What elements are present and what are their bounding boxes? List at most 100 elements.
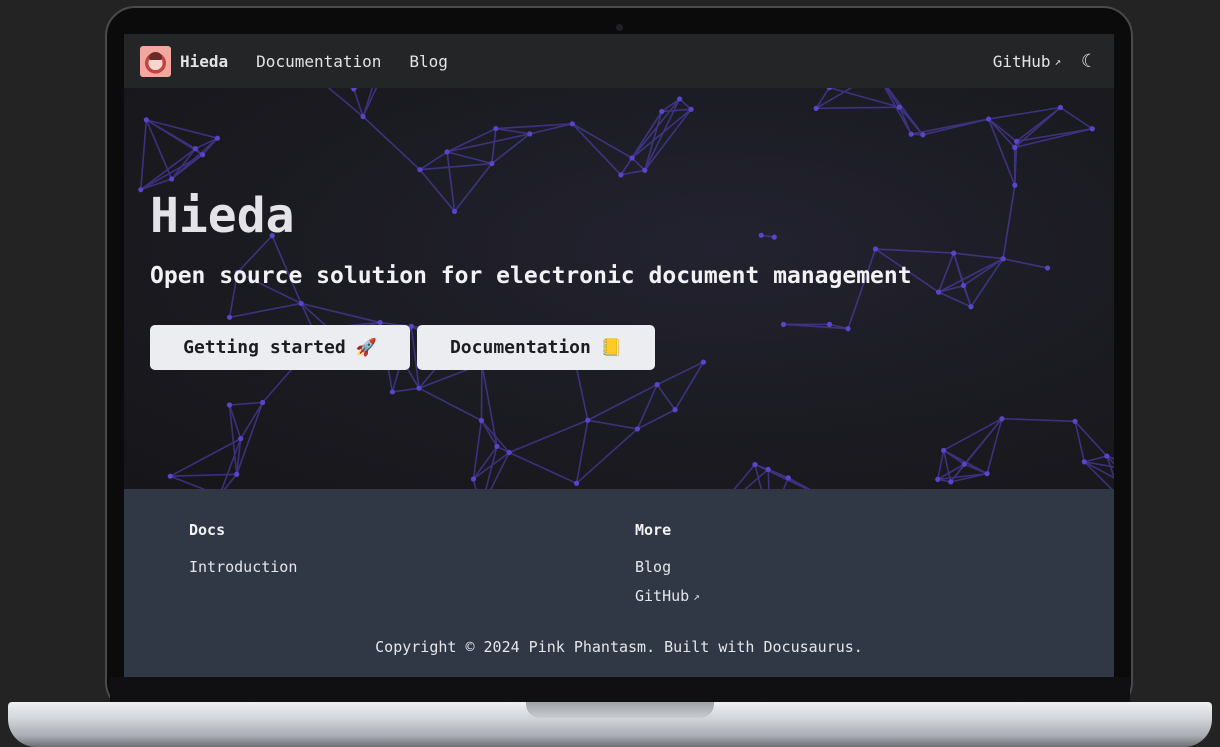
network-line (963, 258, 1004, 287)
camera-icon (616, 24, 623, 31)
network-node (234, 471, 240, 477)
network-node (629, 155, 635, 161)
network-line (169, 437, 242, 477)
network-line (587, 419, 638, 430)
copyright-text: Copyright © 2024 Pink Phantasm. Built wi… (375, 638, 863, 656)
network-line (169, 475, 206, 489)
network-line (229, 302, 302, 319)
network-node (360, 113, 366, 120)
external-link-icon: ↗ (1054, 54, 1062, 68)
network-line (571, 123, 633, 159)
network-node (298, 300, 304, 307)
network-line (229, 401, 263, 406)
network-line (1106, 455, 1114, 480)
network-node (752, 461, 758, 468)
network-node (1081, 459, 1087, 465)
network-node (451, 208, 458, 215)
network-node (896, 104, 903, 110)
network-node (169, 176, 175, 182)
network-node (1012, 182, 1018, 188)
network-line (644, 108, 692, 171)
network-node (489, 160, 495, 167)
network-line (145, 119, 196, 150)
network-node (389, 389, 396, 395)
footer-column-docs: Docs Introduction (189, 521, 297, 587)
network-node (672, 407, 678, 413)
network-line (910, 118, 989, 135)
network-line (620, 169, 645, 176)
network-node (494, 443, 500, 450)
network-line (656, 384, 676, 411)
network-node (143, 117, 149, 123)
network-node (167, 473, 173, 479)
network-node (417, 167, 423, 173)
network-node (941, 447, 947, 453)
brand-link[interactable]: Hieda (140, 45, 229, 77)
network-node (478, 417, 485, 424)
network-node (493, 125, 499, 132)
network-line (816, 106, 900, 110)
network-node (238, 436, 244, 442)
footer-link-github[interactable]: GitHub ↗ (635, 587, 700, 605)
network-node (1104, 453, 1110, 459)
network-node (765, 466, 771, 472)
network-node (642, 167, 648, 173)
network-node (677, 96, 683, 102)
network-line (988, 118, 1016, 149)
network-node (659, 108, 665, 115)
network-line (1002, 185, 1016, 259)
logo-icon (140, 45, 171, 77)
network-line (963, 463, 988, 475)
network-node (1044, 265, 1051, 271)
network-node (826, 321, 833, 327)
network-line (620, 111, 663, 176)
network-node (569, 121, 575, 127)
network-node (214, 135, 221, 141)
nav-link-blog[interactable]: Blog (409, 52, 448, 71)
network-line (587, 383, 658, 421)
network-node (260, 399, 266, 406)
network-node (936, 289, 942, 295)
getting-started-button[interactable]: Getting started 🚀 (150, 325, 410, 370)
footer-link-introduction[interactable]: Introduction (189, 558, 297, 576)
network-node (506, 449, 512, 456)
hero-banner: Hieda Open source solution for electroni… (124, 88, 1114, 489)
footer-link-blog[interactable]: Blog (635, 558, 700, 576)
network-node (845, 326, 851, 332)
network-node (199, 152, 206, 158)
network-line (938, 258, 1004, 293)
brand-title: Hieda (180, 51, 229, 71)
nav-link-documentation[interactable]: Documentation (256, 52, 381, 71)
network-node (226, 402, 233, 408)
network-node (935, 476, 941, 482)
nav-link-github[interactable]: GitHub ↗ (993, 52, 1061, 71)
network-node (758, 232, 764, 238)
hero-subtitle: Open source solution for electronic docu… (150, 263, 912, 289)
network-line (953, 252, 1004, 260)
documentation-button[interactable]: Documentation 📒 (417, 325, 655, 370)
network-node (948, 479, 954, 485)
external-link-icon: ↗ (693, 589, 700, 603)
network-node (872, 246, 879, 252)
network-node (986, 116, 992, 122)
network-line (1016, 106, 1061, 142)
moon-icon[interactable]: ☾ (1081, 51, 1092, 72)
network-node (1000, 256, 1006, 262)
getting-started-label: Getting started (183, 337, 346, 358)
network-node (1072, 418, 1078, 424)
footer-column-more: More Blog GitHub ↗ (635, 521, 700, 616)
network-line (419, 162, 492, 171)
documentation-label: Documentation (449, 337, 591, 358)
network-line (637, 409, 676, 430)
network-node (780, 321, 787, 327)
network-node (192, 146, 199, 152)
network-node (416, 385, 422, 391)
network-line (1084, 455, 1108, 463)
network-node (968, 304, 974, 310)
network-node (688, 106, 694, 112)
network-node (634, 426, 641, 432)
network-line (446, 127, 497, 153)
network-line (943, 418, 1003, 452)
hero-title: Hieda (150, 188, 295, 244)
network-line (1060, 106, 1093, 130)
